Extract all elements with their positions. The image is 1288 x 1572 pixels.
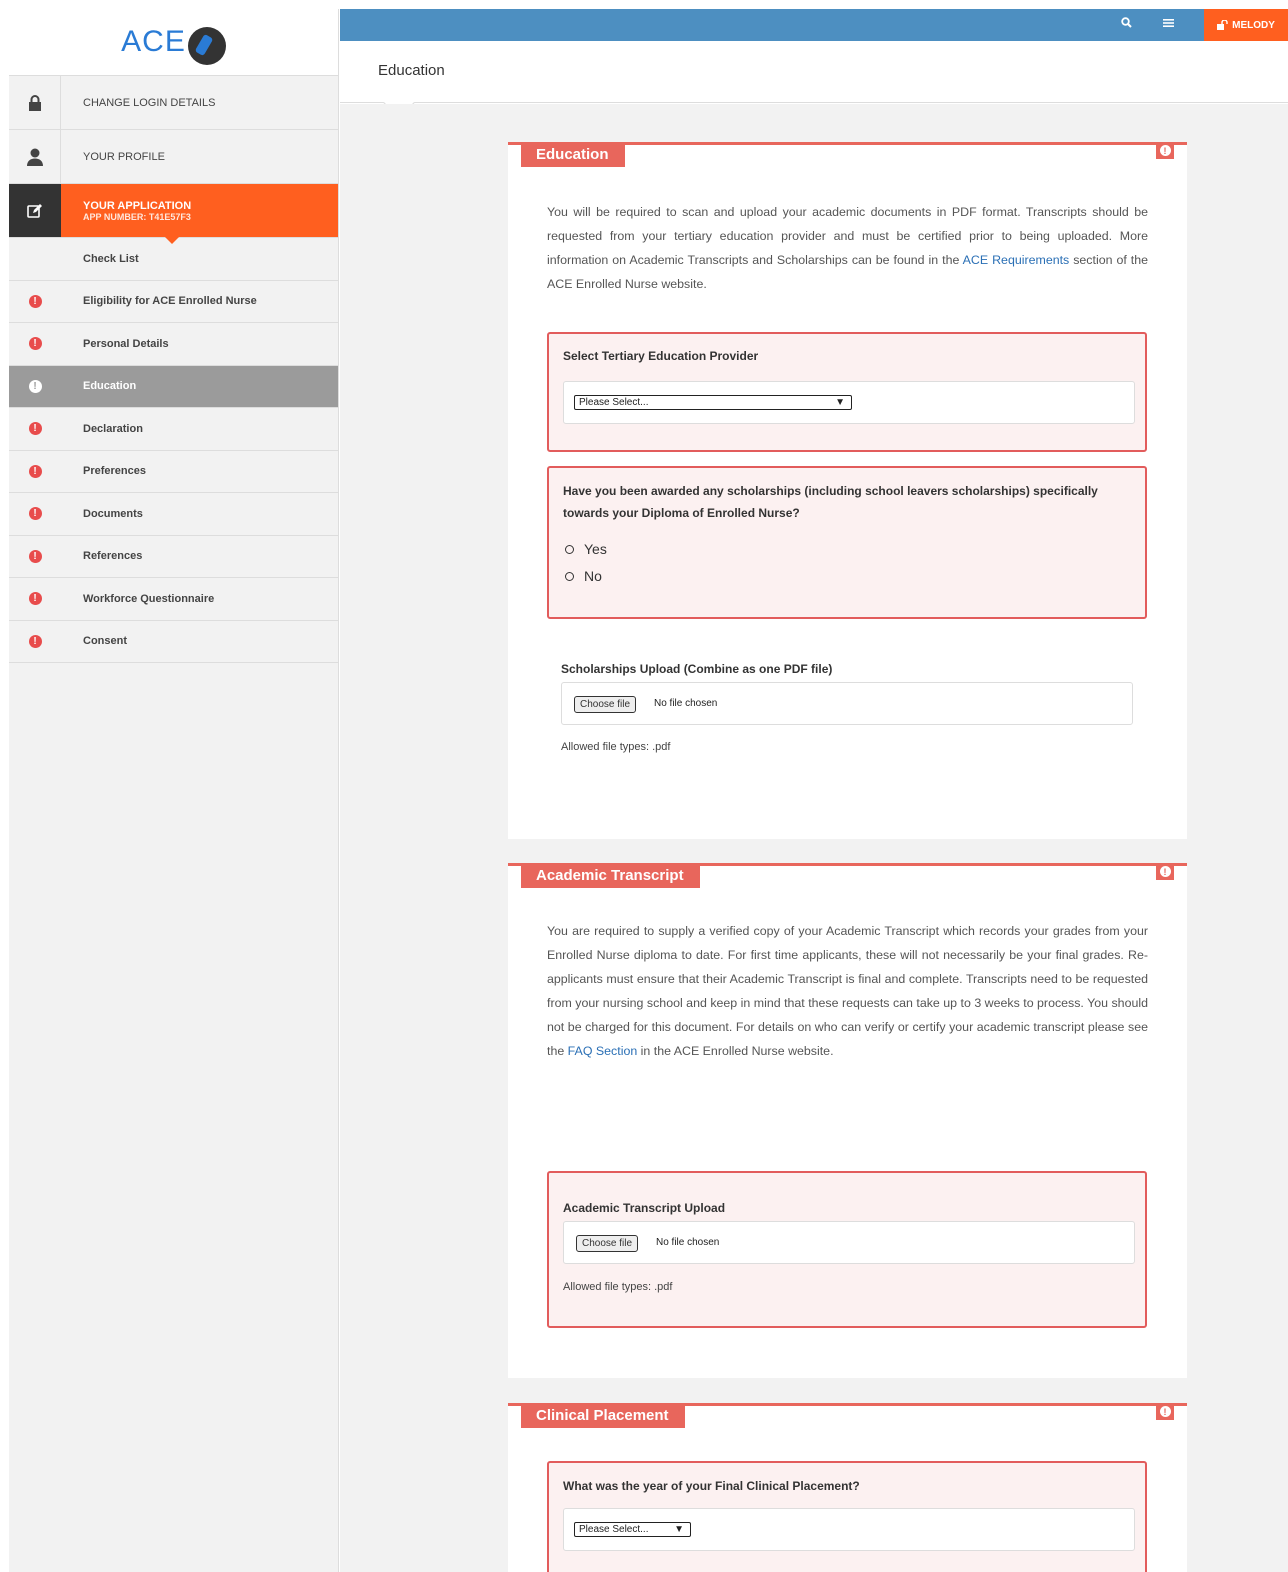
nav-preferences[interactable]: ! Preferences [9, 451, 338, 493]
clinical-year-select[interactable]: Please Select... ▼ [574, 1522, 691, 1537]
education-description: You will be required to scan and upload … [547, 205, 1148, 291]
nav-declaration-label: Declaration [83, 422, 143, 435]
radio-yes-label: Yes [584, 541, 607, 557]
nav-consent-label: Consent [83, 635, 127, 648]
alert-icon: ! [28, 634, 42, 648]
user-menu-button[interactable]: MELODY [1204, 9, 1288, 41]
allowed-file-types: Allowed file types: .pdf [561, 741, 671, 753]
radio-yes-circle [565, 544, 574, 554]
nav-your-application-label: YOUR APPLICATION [83, 199, 192, 212]
transcript-description: You are required to supply a verified co… [547, 924, 1148, 1058]
nav-eligibility-label: Eligibility for ACE Enrolled Nurse [83, 295, 257, 308]
transcript-upload-field: Choose file No file chosen [563, 1221, 1135, 1264]
scholarship-question: Have you been awarded any scholarships (… [547, 466, 1147, 619]
provider-select-value: Please Select... [579, 397, 649, 408]
alert-icon: ! [1156, 142, 1174, 159]
chevron-down-icon: ▼ [674, 1524, 684, 1535]
top-bar: MELODY [340, 9, 1288, 41]
nav-personal-details-label: Personal Details [83, 337, 169, 350]
nav-education-label: Education [83, 380, 137, 393]
alert-icon: ! [28, 294, 42, 308]
file-status: No file chosen [654, 698, 718, 709]
alert-icon: ! [28, 422, 42, 436]
nav-education[interactable]: ! Education [9, 365, 338, 408]
radio-yes[interactable]: Yes [565, 541, 607, 557]
unlock-icon [1217, 20, 1228, 30]
file-status: No file chosen [656, 1237, 720, 1248]
nav-change-login[interactable]: CHANGE LOGIN DETAILS [9, 76, 338, 130]
ace-logo[interactable]: ACE [9, 9, 338, 76]
alert-icon: ! [28, 464, 42, 478]
ace-requirements-link[interactable]: ACE Requirements [963, 253, 1070, 267]
choose-file-button[interactable]: Choose file [576, 1235, 639, 1252]
nav-change-login-label: CHANGE LOGIN DETAILS [83, 96, 216, 109]
nav-workforce-questionnaire[interactable]: ! Workforce Questionnaire [9, 578, 338, 621]
allowed-file-types: Allowed file types: .pdf [563, 1281, 673, 1293]
transcript-upload-label: Academic Transcript Upload [563, 1201, 726, 1215]
alert-icon: ! [28, 337, 42, 351]
provider-question: Select Tertiary Education Provider Pleas… [547, 332, 1147, 452]
clinical-placement-panel: Clinical Placement ! What was the year o… [508, 1403, 1187, 1572]
chevron-down-icon: ▼ [835, 397, 845, 408]
academic-transcript-panel: Academic Transcript ! You are required t… [508, 863, 1187, 1378]
alert-icon: ! [1156, 1403, 1174, 1420]
clinical-year-label: What was the year of your Final Clinical… [563, 1479, 860, 1493]
alert-icon: ! [28, 549, 42, 563]
nav-workforce-questionnaire-label: Workforce Questionnaire [83, 592, 215, 605]
nav-declaration[interactable]: ! Declaration [9, 408, 338, 451]
faq-section-link[interactable]: FAQ Section [568, 1044, 638, 1058]
nav-your-application[interactable]: YOUR APPLICATION APP NUMBER: T41E57F3 [9, 184, 338, 244]
user-name: MELODY [1232, 19, 1275, 31]
clinical-year-question: What was the year of your Final Clinical… [547, 1461, 1147, 1572]
provider-label: Select Tertiary Education Provider [563, 349, 759, 363]
clinical-placement-panel-tag: Clinical Placement [521, 1403, 685, 1428]
education-panel: Education ! You will be required to scan… [508, 142, 1187, 839]
academic-transcript-panel-tag: Academic Transcript [521, 863, 700, 888]
nav-consent[interactable]: ! Consent [9, 621, 338, 663]
alert-icon: ! [28, 507, 42, 521]
nav-your-profile[interactable]: YOUR PROFILE [9, 130, 338, 184]
page-header: Education [340, 41, 1288, 119]
clinical-year-field: Please Select... ▼ [563, 1508, 1135, 1551]
transcript-upload: Academic Transcript Upload Choose file N… [547, 1171, 1147, 1328]
alert-icon: ! [28, 379, 42, 393]
scholarship-label: Have you been awarded any scholarships (… [563, 484, 1098, 520]
lock-icon [9, 76, 61, 129]
user-icon [9, 130, 61, 183]
nav-eligibility[interactable]: ! Eligibility for ACE Enrolled Nurse [9, 281, 338, 323]
provider-select[interactable]: Please Select... ▼ [574, 395, 852, 410]
nav-check-list-label: Check List [83, 252, 139, 265]
education-panel-tag: Education [521, 142, 625, 167]
nav-preferences-label: Preferences [83, 465, 146, 478]
radio-no-circle [565, 571, 574, 581]
page-title: Education [378, 62, 445, 79]
menu-icon[interactable] [1163, 17, 1174, 31]
nav-your-profile-label: YOUR PROFILE [83, 150, 165, 163]
radio-no-label: No [584, 568, 602, 584]
alert-icon: ! [28, 592, 42, 606]
scholarship-upload-label: Scholarships Upload (Combine as one PDF … [561, 662, 833, 676]
nav-documents[interactable]: ! Documents [9, 493, 338, 536]
nav-references-label: References [83, 550, 143, 563]
sidebar: ACE CHANGE LOGIN DETAILS YOUR PROFILE YO… [9, 9, 339, 1572]
nav-documents-label: Documents [83, 507, 143, 520]
clinical-year-select-value: Please Select... [579, 1524, 649, 1535]
logo-text: ACE [121, 25, 186, 58]
radio-no[interactable]: No [565, 568, 602, 584]
search-icon[interactable] [1121, 17, 1132, 31]
provider-field: Please Select... ▼ [563, 381, 1135, 424]
scholarship-upload-field: Choose file No file chosen [561, 682, 1133, 725]
logo-emblem-icon [187, 27, 226, 65]
nav-references[interactable]: ! References [9, 536, 338, 578]
choose-file-button[interactable]: Choose file [574, 696, 637, 713]
nav-check-list[interactable]: Check List [9, 238, 338, 281]
nav-personal-details[interactable]: ! Personal Details [9, 323, 338, 366]
edit-icon [9, 184, 61, 237]
alert-icon: ! [1156, 863, 1174, 880]
app-number: APP NUMBER: T41E57F3 [83, 211, 191, 222]
scholarship-upload: Scholarships Upload (Combine as one PDF … [547, 655, 1147, 775]
